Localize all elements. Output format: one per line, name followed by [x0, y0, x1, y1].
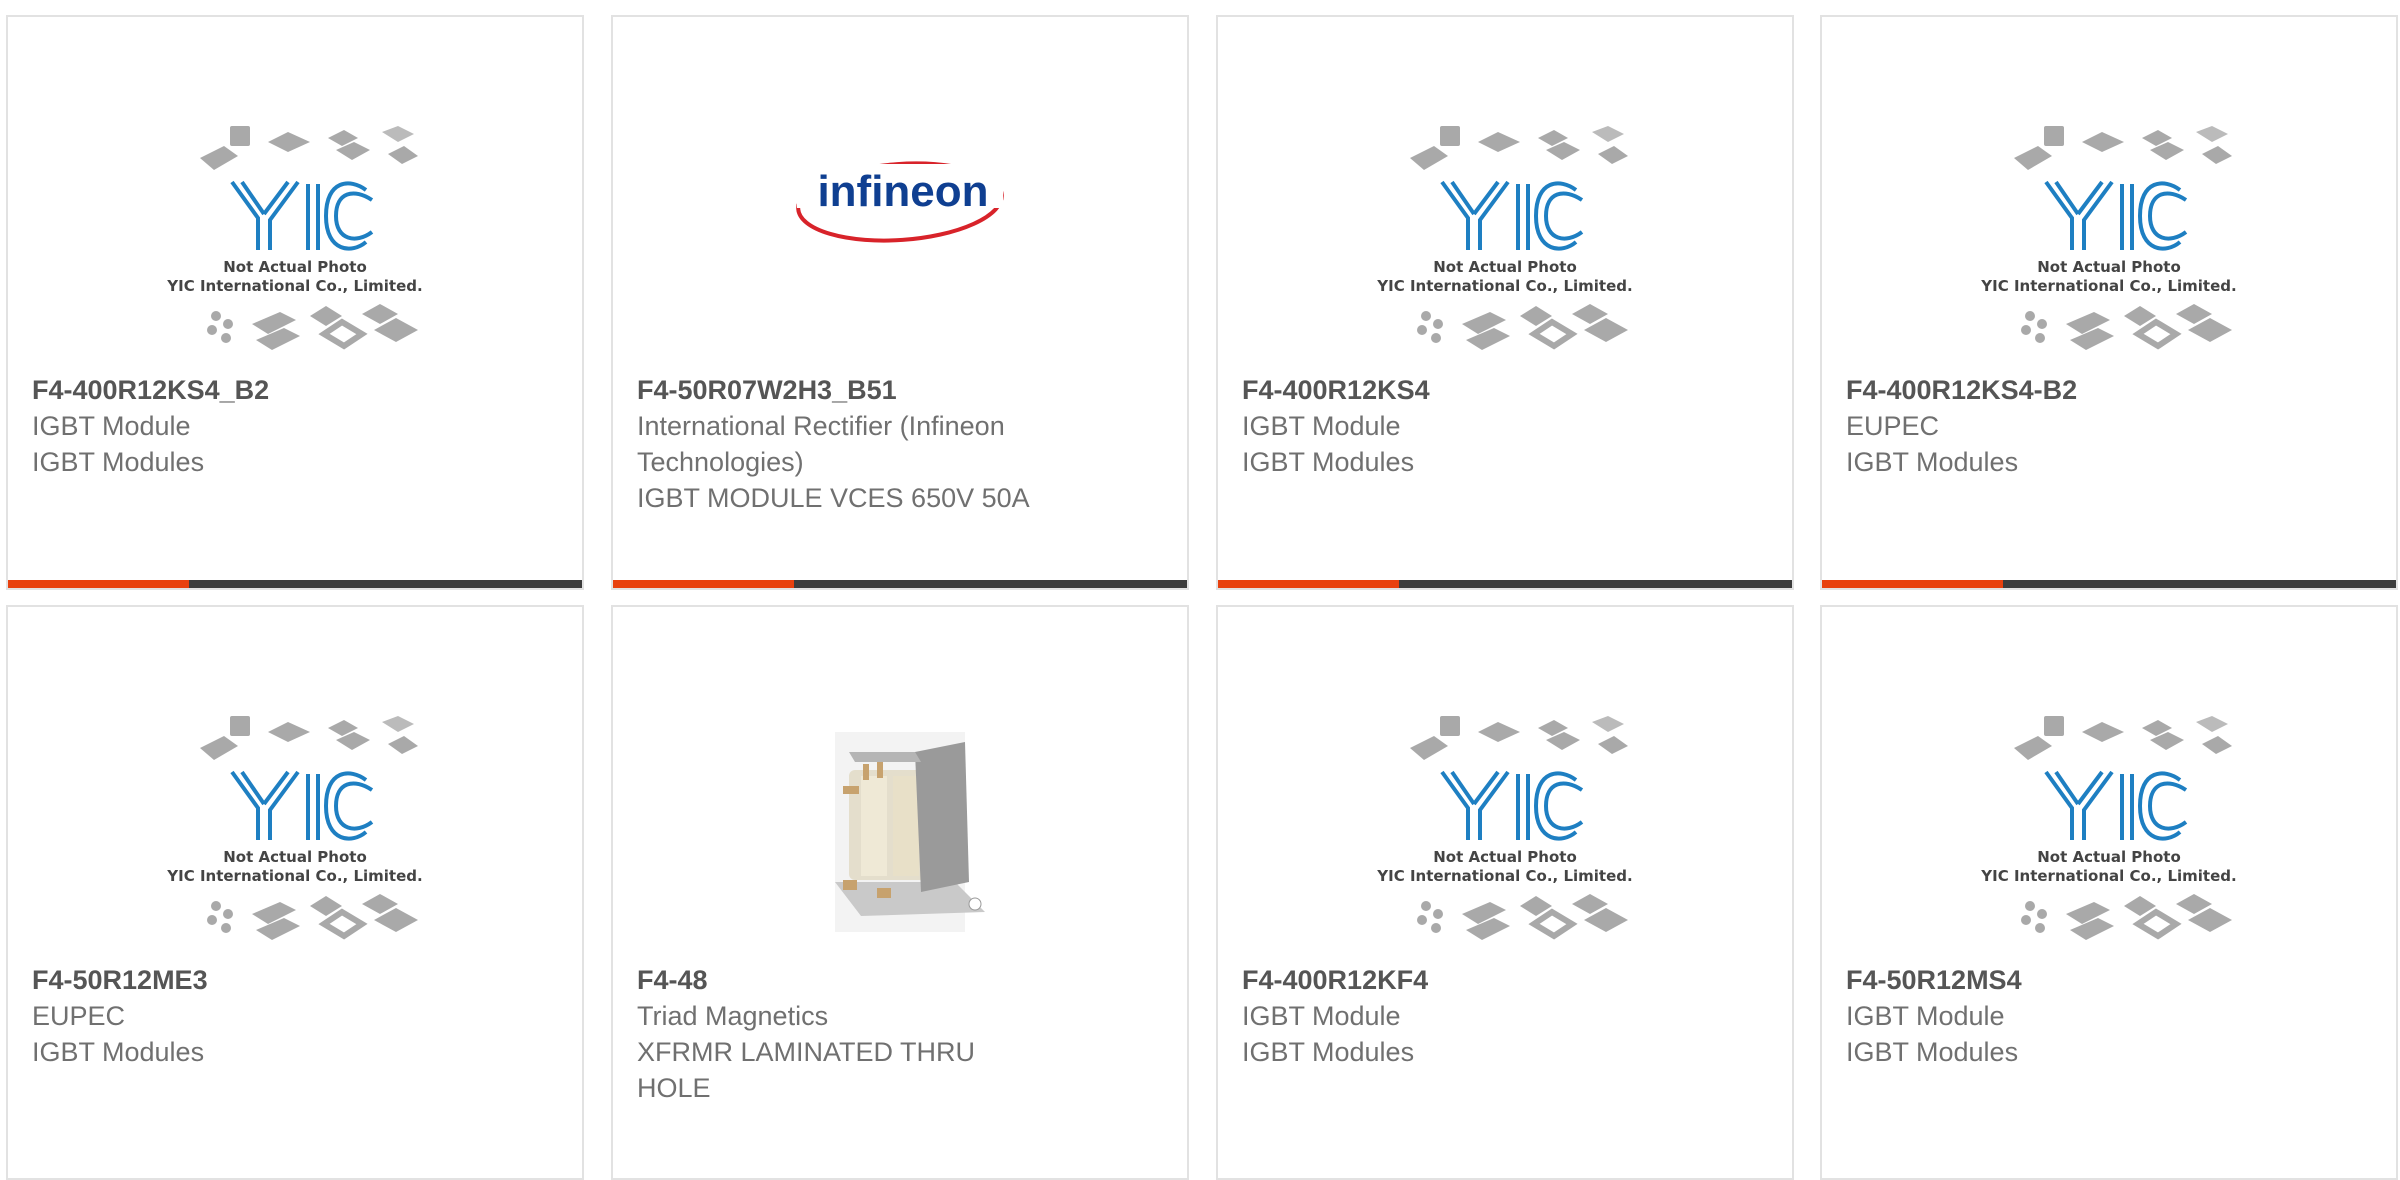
placeholder-caption-2: YIC International Co., Limited. — [166, 867, 422, 885]
card-accent-highlight — [8, 580, 189, 588]
card-accent-highlight — [613, 580, 794, 588]
product-info: F4-50R12MS4 IGBT Module IGBT Modules — [1846, 962, 2372, 1070]
product-image[interactable]: Not Actual Photo YIC International Co., … — [1974, 692, 2244, 962]
placeholder-caption-2: YIC International Co., Limited. — [1980, 277, 2236, 295]
product-detail-line: IGBT Modules — [1846, 1037, 2019, 1067]
product-card[interactable]: Not Actual Photo YIC International Co., … — [1820, 15, 2398, 590]
placeholder-caption-2: YIC International Co., Limited. — [1376, 277, 1632, 295]
product-detail-line: Technologies) — [637, 447, 804, 477]
product-detail-line: IGBT Module — [1846, 1001, 2005, 1031]
card-accent-bar — [8, 580, 582, 588]
product-card[interactable]: Not Actual Photo YIC International Co., … — [6, 605, 584, 1180]
product-card[interactable]: infineon F4-50R07W2H3_B51 International R… — [611, 15, 1189, 590]
infineon-logo-text: infineon — [817, 167, 988, 216]
product-detail-line: IGBT Module — [1242, 411, 1401, 441]
placeholder-caption-1: Not Actual Photo — [2037, 258, 2181, 276]
product-detail-line: EUPEC — [1846, 411, 1940, 441]
product-card[interactable]: Not Actual Photo YIC International Co., … — [1216, 605, 1794, 1180]
yic-placeholder-image: Not Actual Photo YIC International Co., … — [1980, 716, 2237, 940]
product-part-number[interactable]: F4-400R12KS4 — [1242, 372, 1768, 408]
product-detail-line: IGBT Module — [32, 411, 191, 441]
placeholder-caption-1: Not Actual Photo — [223, 258, 367, 276]
product-info: F4-400R12KF4 IGBT Module IGBT Modules — [1242, 962, 1768, 1070]
product-detail-line: Triad Magnetics — [637, 1001, 829, 1031]
product-detail-line: IGBT Modules — [1242, 1037, 1415, 1067]
product-part-number[interactable]: F4-400R12KS4-B2 — [1846, 372, 2372, 408]
product-part-number[interactable]: F4-48 — [637, 962, 1163, 998]
product-card[interactable]: Not Actual Photo YIC International Co., … — [6, 15, 584, 590]
product-detail-line: International Rectifier (Infineon — [637, 411, 1005, 441]
infineon-logo-image: infineon — [796, 161, 1004, 243]
product-info: F4-50R12ME3 EUPEC IGBT Modules — [32, 962, 558, 1070]
product-image[interactable]: Not Actual Photo YIC International Co., … — [160, 102, 430, 372]
product-detail-line: HOLE — [637, 1073, 711, 1103]
placeholder-caption-2: YIC International Co., Limited. — [1376, 867, 1632, 885]
product-part-number[interactable]: F4-50R12ME3 — [32, 962, 558, 998]
product-image[interactable]: Not Actual Photo YIC International Co., … — [1370, 102, 1640, 372]
yic-placeholder-image: Not Actual Photo YIC International Co., … — [1376, 716, 1633, 940]
card-accent-bar — [613, 580, 1187, 588]
placeholder-caption-1: Not Actual Photo — [1433, 258, 1577, 276]
product-info: F4-50R07W2H3_B51 International Rectifier … — [637, 372, 1163, 516]
product-detail-line: XFRMR LAMINATED THRU — [637, 1037, 976, 1067]
product-info: F4-48 Triad Magnetics XFRMR LAMINATED THRU… — [637, 962, 1163, 1106]
card-accent-highlight — [1822, 580, 2003, 588]
product-card[interactable]: Not Actual Photo YIC International Co., … — [1216, 15, 1794, 590]
product-part-number[interactable]: F4-50R12MS4 — [1846, 962, 2372, 998]
product-info: F4-400R12KS4 IGBT Module IGBT Modules — [1242, 372, 1768, 480]
product-image[interactable]: infineon — [765, 102, 1035, 372]
placeholder-caption-1: Not Actual Photo — [1433, 848, 1577, 866]
product-card[interactable]: Not Actual Photo YIC International Co., … — [1820, 605, 2398, 1180]
card-accent-bar — [1822, 580, 2396, 588]
transformer-photo — [835, 732, 985, 932]
product-image[interactable]: Not Actual Photo YIC International Co., … — [1370, 692, 1640, 962]
yic-placeholder-image: Not Actual Photo YIC International Co., … — [166, 716, 423, 940]
product-detail-line: IGBT Modules — [32, 1037, 205, 1067]
card-accent-highlight — [1218, 580, 1399, 588]
product-detail-line: EUPEC — [32, 1001, 126, 1031]
product-detail-line: IGBT MODULE VCES 650V 50A — [637, 483, 1030, 513]
product-image[interactable]: Not Actual Photo YIC International Co., … — [1974, 102, 2244, 372]
placeholder-caption-2: YIC International Co., Limited. — [166, 277, 422, 295]
product-image[interactable]: Not Actual Photo YIC International Co., … — [160, 692, 430, 962]
product-detail-line: IGBT Modules — [1242, 447, 1415, 477]
card-accent-bar — [1218, 580, 1792, 588]
product-image[interactable] — [765, 692, 1035, 962]
placeholder-caption-2: YIC International Co., Limited. — [1980, 867, 2236, 885]
product-grid: Not Actual Photo YIC International Co., … — [0, 0, 2400, 1180]
placeholder-caption-1: Not Actual Photo — [223, 848, 367, 866]
product-info: F4-400R12KS4-B2 EUPEC IGBT Modules — [1846, 372, 2372, 480]
yic-placeholder-image: Not Actual Photo YIC International Co., … — [1376, 126, 1633, 350]
product-detail-line: IGBT Module — [1242, 1001, 1401, 1031]
yic-placeholder-image: Not Actual Photo YIC International Co., … — [1980, 126, 2237, 350]
product-part-number[interactable]: F4-50R07W2H3_B51 — [637, 372, 1163, 408]
yic-placeholder-image: Not Actual Photo YIC International Co., … — [166, 126, 423, 350]
product-part-number[interactable]: F4-400R12KF4 — [1242, 962, 1768, 998]
placeholder-caption-1: Not Actual Photo — [2037, 848, 2181, 866]
product-info: F4-400R12KS4_B2 IGBT Module IGBT Modules — [32, 372, 558, 480]
product-detail-line: IGBT Modules — [1846, 447, 2019, 477]
product-part-number[interactable]: F4-400R12KS4_B2 — [32, 372, 558, 408]
product-detail-line: IGBT Modules — [32, 447, 205, 477]
product-card[interactable]: F4-48 Triad Magnetics XFRMR LAMINATED THRU… — [611, 605, 1189, 1180]
